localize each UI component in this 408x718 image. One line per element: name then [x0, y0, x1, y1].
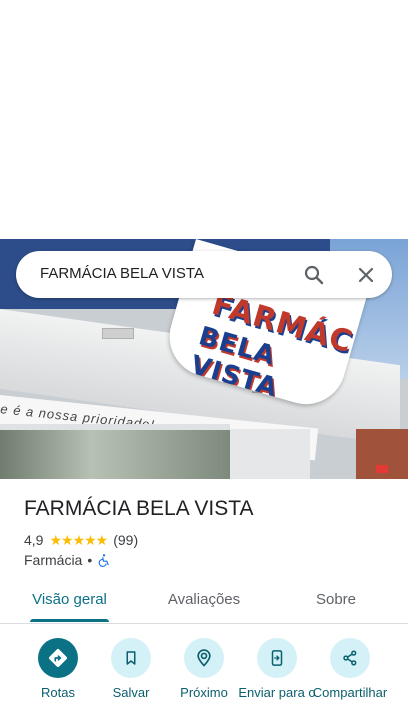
directions-label: Rotas	[41, 685, 75, 700]
share-button[interactable]: Compartilhar	[310, 638, 390, 700]
search-icon[interactable]	[302, 263, 326, 287]
wheelchair-icon	[98, 554, 109, 567]
tab-about[interactable]: Sobre	[290, 583, 382, 623]
active-tab-indicator	[30, 619, 109, 622]
rating-value: 4,9	[24, 532, 44, 548]
star-rating-icon: ★★★★★	[49, 531, 108, 548]
save-button[interactable]: Salvar	[91, 638, 171, 700]
save-label: Salvar	[112, 685, 150, 700]
send-to-phone-label: Enviar para o	[238, 685, 316, 700]
bookmark-icon	[126, 651, 136, 665]
share-icon	[343, 650, 357, 666]
tab-reviews[interactable]: Avaliações	[150, 583, 258, 623]
directions-icon	[49, 649, 67, 667]
search-query[interactable]: FARMÁCIA BELA VISTA	[40, 265, 204, 282]
reviews-count: (99)	[113, 532, 139, 548]
nearby-button[interactable]: Próximo	[164, 638, 244, 700]
separator-dot: •	[87, 552, 93, 568]
place-category: Farmácia	[24, 552, 83, 568]
directions-button[interactable]: Rotas	[18, 638, 98, 700]
search-bar[interactable]: FARMÁCIA BELA VISTA	[16, 251, 392, 298]
nearby-label: Próximo	[180, 685, 228, 700]
place-tabs: Visão geral Avaliações Sobre	[0, 583, 408, 624]
category-row: Farmácia •	[24, 552, 111, 568]
nearby-icon	[197, 649, 211, 667]
map-area-blank	[0, 0, 408, 239]
tab-overview[interactable]: Visão geral	[20, 583, 119, 623]
send-to-phone-icon	[271, 650, 283, 666]
action-bar: Rotas Salvar Próximo Enviar para o Compa…	[0, 638, 408, 718]
rating-row[interactable]: 4,9 ★★★★★ (99)	[24, 531, 138, 549]
close-icon[interactable]	[354, 263, 378, 287]
place-title: FARMÁCIA BELA VISTA	[24, 497, 254, 520]
share-label: Compartilhar	[312, 685, 388, 700]
send-to-phone-button[interactable]: Enviar para o	[237, 638, 317, 700]
